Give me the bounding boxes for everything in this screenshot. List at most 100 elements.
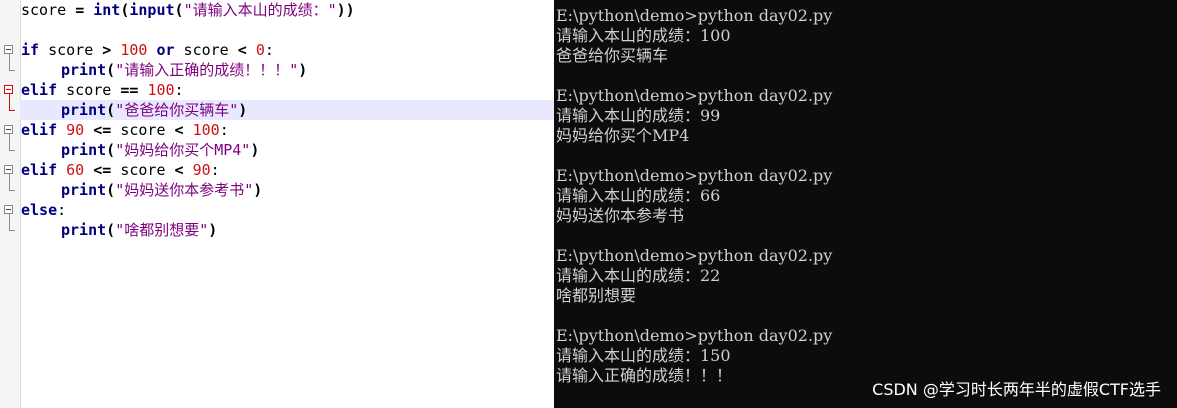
- code-line[interactable]: if score > 100 or score < 0:: [20, 40, 554, 60]
- fold-end: [0, 140, 20, 160]
- code-token: <: [237, 41, 247, 59]
- code-token: score: [21, 1, 76, 19]
- fold-end: [0, 180, 20, 200]
- code-token: or: [156, 41, 175, 59]
- code-token: score: [111, 121, 175, 139]
- code-token: (: [174, 1, 184, 19]
- terminal-line: 妈妈给你买个MP4: [556, 126, 690, 145]
- code-token: ): [208, 221, 218, 239]
- terminal-line: E:\python\demo>python day02.py: [556, 166, 833, 185]
- code-token: ==: [120, 81, 139, 99]
- code-token: int: [93, 1, 121, 19]
- code-token: ): [238, 101, 248, 119]
- code-token: if: [21, 41, 40, 59]
- code-token: print: [61, 141, 107, 159]
- fold-marker-elif[interactable]: [0, 120, 20, 140]
- code-token: score: [111, 161, 175, 179]
- fold-end: [0, 220, 20, 240]
- code-token: (: [106, 141, 116, 159]
- code-token: "妈妈送你本参考书": [115, 181, 254, 199]
- code-token: "啥都别想要": [115, 221, 209, 239]
- code-token: elif: [21, 161, 58, 179]
- code-token: "请输入本山的成绩：": [183, 1, 337, 19]
- code-token: print: [61, 61, 107, 79]
- code-token: 0: [255, 41, 265, 59]
- code-token: "妈妈给你买个MP4": [115, 141, 251, 159]
- code-token: )): [336, 1, 355, 19]
- code-editor-pane[interactable]: score = int(input("请输入本山的成绩：")) if score …: [0, 0, 554, 408]
- code-line[interactable]: else:: [20, 200, 554, 220]
- terminal-line: 请输入本山的成绩：66: [556, 186, 721, 205]
- code-token: 60: [66, 161, 85, 179]
- code-token: print: [61, 101, 107, 119]
- terminal-pane[interactable]: E:\python\demo>python day02.py 请输入本山的成绩：1…: [554, 0, 1177, 408]
- fold-marker-else[interactable]: [0, 200, 20, 220]
- code-line[interactable]: print("妈妈给你买个MP4"): [20, 140, 554, 160]
- code-token: :: [219, 121, 229, 139]
- terminal-line: 请输入本山的成绩：22: [556, 266, 721, 285]
- fold-marker-if[interactable]: [0, 40, 20, 60]
- fold-end: [0, 100, 20, 120]
- code-line[interactable]: print("啥都别想要"): [20, 220, 554, 240]
- fold-marker-elif[interactable]: [0, 160, 20, 180]
- fold-marker-elif[interactable]: [0, 80, 20, 100]
- watermark-text: CSDN @学习时长两年半的虚假CTF选手: [872, 380, 1161, 399]
- code-line[interactable]: print("请输入正确的成绩！！！"): [20, 60, 554, 80]
- terminal-line: 请输入本山的成绩：100: [556, 26, 731, 45]
- code-line[interactable]: print("妈妈送你本参考书"): [20, 180, 554, 200]
- code-token: print: [61, 221, 107, 239]
- code-token: <=: [93, 121, 112, 139]
- code-line[interactable]: elif 60 <= score < 90:: [20, 160, 554, 180]
- terminal-line: 啥都别想要: [556, 286, 637, 305]
- code-token: elif: [21, 121, 58, 139]
- code-line[interactable]: [20, 20, 554, 40]
- code-token: ): [250, 141, 260, 159]
- code-token: >: [102, 41, 112, 59]
- code-line[interactable]: elif 90 <= score < 100:: [20, 120, 554, 140]
- code-token: 100: [120, 41, 148, 59]
- code-token: (: [106, 61, 116, 79]
- code-token: 100: [192, 121, 220, 139]
- code-token: 100: [147, 81, 175, 99]
- code-token: score: [174, 41, 238, 59]
- code-token: "爸爸给你买辆车": [115, 101, 239, 119]
- code-line[interactable]: score = int(input("请输入本山的成绩：")): [20, 0, 554, 20]
- terminal-line: 妈妈送你本参考书: [556, 206, 685, 225]
- code-token: <: [174, 121, 184, 139]
- terminal-line: 请输入本山的成绩：150: [556, 346, 731, 365]
- terminal-line: 请输入本山的成绩：99: [556, 106, 721, 125]
- code-token: ): [253, 181, 263, 199]
- code-token: 90: [192, 161, 211, 179]
- terminal-line: E:\python\demo>python day02.py: [556, 86, 833, 105]
- code-token: print: [61, 181, 107, 199]
- code-token: ): [298, 61, 308, 79]
- code-token: else: [21, 201, 58, 219]
- code-token: =: [75, 1, 94, 19]
- code-token: score: [39, 41, 103, 59]
- code-line[interactable]: print("爸爸给你买辆车"): [20, 100, 554, 120]
- code-token: 90: [66, 121, 85, 139]
- code-token: elif: [21, 81, 58, 99]
- terminal-line: 爸爸给你买辆车: [556, 46, 669, 65]
- code-token: score: [57, 81, 121, 99]
- code-token: :: [264, 41, 274, 59]
- code-token: (: [106, 221, 116, 239]
- terminal-line: E:\python\demo>python day02.py: [556, 246, 833, 265]
- fold-end: [0, 60, 20, 80]
- code-token: :: [210, 161, 220, 179]
- code-line[interactable]: elif score == 100:: [20, 80, 554, 100]
- fold-margin: [0, 0, 21, 408]
- code-token: "请输入正确的成绩！！！": [115, 61, 299, 79]
- terminal-line: E:\python\demo>python day02.py: [556, 6, 833, 25]
- code-token: <=: [93, 161, 112, 179]
- code-token: (: [106, 101, 116, 119]
- code-token: :: [57, 201, 67, 219]
